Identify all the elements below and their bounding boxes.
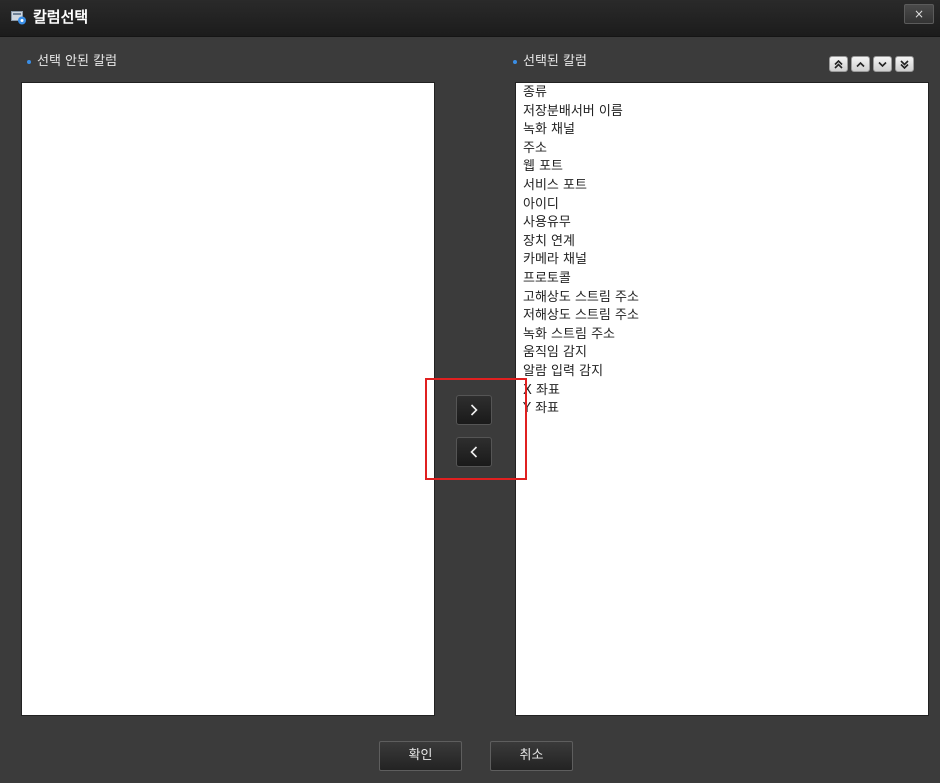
- title-bar[interactable]: 칼럼선택 ×: [0, 0, 940, 37]
- remove-column-button[interactable]: [456, 437, 492, 467]
- list-item[interactable]: 프로토콜: [516, 270, 928, 289]
- add-column-button[interactable]: [456, 395, 492, 425]
- list-item[interactable]: Y 좌표: [516, 400, 928, 419]
- double-chevron-down-icon: [900, 59, 909, 69]
- list-item[interactable]: 녹화 채널: [516, 121, 928, 140]
- move-up-button[interactable]: [851, 56, 870, 72]
- unselected-columns-list[interactable]: [21, 82, 435, 716]
- list-item[interactable]: 웹 포트: [516, 158, 928, 177]
- list-item[interactable]: 저해상도 스트림 주소: [516, 307, 928, 326]
- list-item[interactable]: 주소: [516, 140, 928, 159]
- chevron-left-icon: [470, 446, 478, 458]
- selected-columns-label: 선택된 칼럼: [513, 54, 587, 70]
- order-button-group: [829, 56, 914, 72]
- chevron-right-icon: [470, 404, 478, 416]
- window-title: 칼럼선택: [33, 8, 89, 26]
- list-item[interactable]: X 좌표: [516, 382, 928, 401]
- bullet-icon: [27, 60, 31, 64]
- ok-button[interactable]: 확인: [379, 741, 462, 771]
- chevron-down-icon: [878, 61, 887, 67]
- list-item[interactable]: 녹화 스트림 주소: [516, 326, 928, 345]
- unselected-columns-label: 선택 안된 칼럼: [27, 54, 117, 70]
- move-bottom-button[interactable]: [895, 56, 914, 72]
- list-item[interactable]: 알람 입력 감지: [516, 363, 928, 382]
- move-top-button[interactable]: [829, 56, 848, 72]
- column-select-dialog: 칼럼선택 × 선택 안된 칼럼 선택된 칼럼 종류 저장분배서버 이름 녹화 채…: [0, 0, 940, 783]
- list-item[interactable]: 카메라 채널: [516, 251, 928, 270]
- list-item[interactable]: 사용유무: [516, 214, 928, 233]
- app-window-icon: [11, 10, 27, 25]
- list-item[interactable]: 저장분배서버 이름: [516, 103, 928, 122]
- selected-columns-list[interactable]: 종류 저장분배서버 이름 녹화 채널 주소 웹 포트 서비스 포트 아이디 사용…: [515, 82, 929, 716]
- double-chevron-up-icon: [834, 59, 843, 69]
- list-item[interactable]: 서비스 포트: [516, 177, 928, 196]
- cancel-button[interactable]: 취소: [490, 741, 573, 771]
- list-item[interactable]: 장치 연계: [516, 233, 928, 252]
- selected-columns-label-text: 선택된 칼럼: [523, 54, 587, 69]
- chevron-up-icon: [856, 61, 865, 67]
- bullet-icon: [513, 60, 517, 64]
- list-item[interactable]: 아이디: [516, 196, 928, 215]
- close-button[interactable]: ×: [904, 4, 934, 24]
- list-item[interactable]: 움직임 감지: [516, 344, 928, 363]
- move-down-button[interactable]: [873, 56, 892, 72]
- list-item[interactable]: 종류: [516, 84, 928, 103]
- unselected-columns-label-text: 선택 안된 칼럼: [37, 54, 118, 69]
- list-item[interactable]: 고해상도 스트림 주소: [516, 289, 928, 308]
